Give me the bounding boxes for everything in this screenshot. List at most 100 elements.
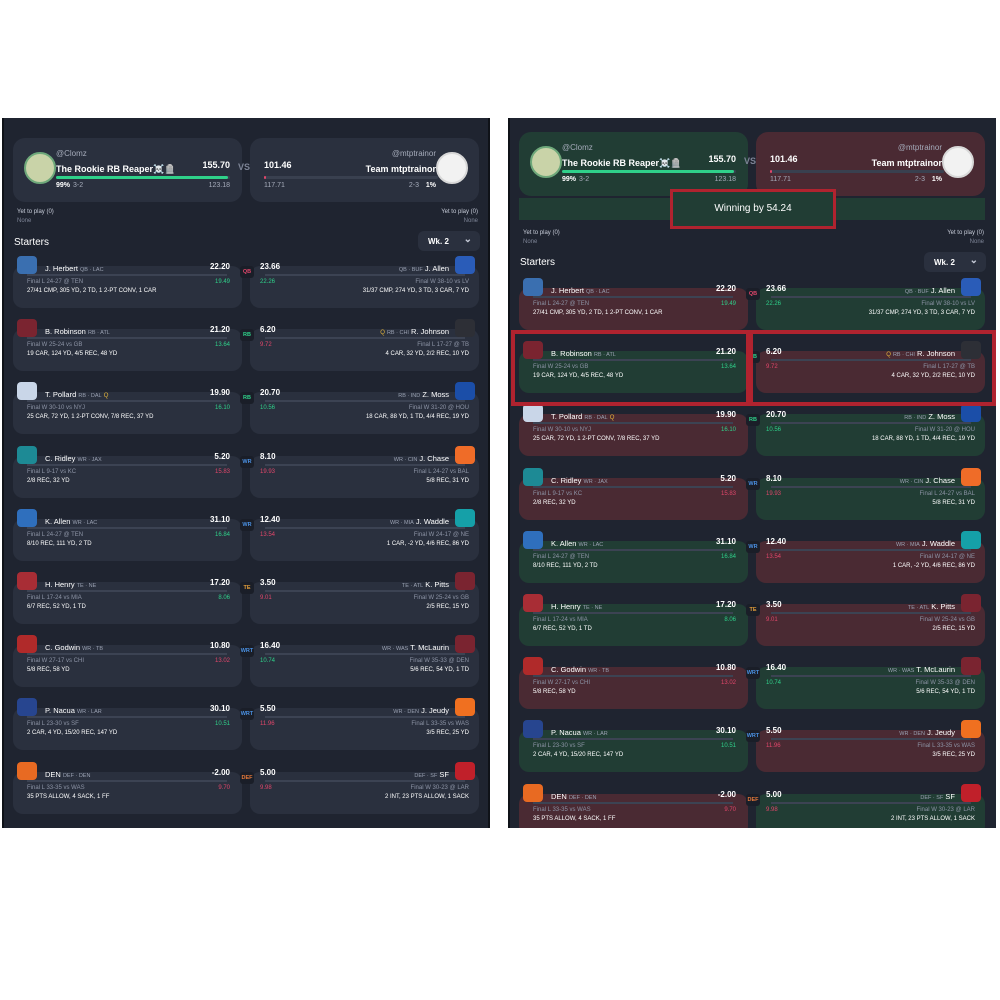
injury-status: Q xyxy=(380,330,385,337)
player-headshot xyxy=(961,720,981,739)
away-team-name: Team mtptrainor xyxy=(871,158,942,168)
home-avatar xyxy=(530,146,562,178)
game-result: Final L 24-27 @ TEN xyxy=(533,301,590,307)
home-team-card[interactable]: @Clomz The Rookie RB Reaper☠️🪦 155.70 99… xyxy=(13,138,242,202)
player-name[interactable]: WR · WAS T. McLaurin xyxy=(382,643,449,652)
player-name[interactable]: WR · MIA J. Waddle xyxy=(390,517,449,526)
home-handle: @Clomz xyxy=(562,143,593,152)
player-headshot xyxy=(961,530,981,549)
player-points: 23.66 xyxy=(766,284,787,293)
stat-line: 18 CAR, 88 YD, 1 TD, 4/4 REC, 19 YD xyxy=(871,436,975,443)
game-result: Final W 25-24 vs GB xyxy=(413,595,469,601)
player-name-text: T. Pollard xyxy=(45,390,77,400)
player-points: 31.10 xyxy=(209,514,230,524)
player-progress-bar xyxy=(27,716,227,719)
matchup-row: J. Herbert QB · LAC 22.20 Final L 24-27 @… xyxy=(13,256,479,312)
position-badge: RB xyxy=(240,329,254,342)
position-badge: WRT xyxy=(240,708,254,721)
player-name[interactable]: C. Ridley WR · JAX xyxy=(45,454,102,463)
player-name[interactable]: P. Nacua WR · LAR xyxy=(551,728,608,737)
week-selector[interactable]: Wk. 2 ⌄ xyxy=(924,252,986,272)
player-name[interactable]: RB · IND Z. Moss xyxy=(398,390,449,399)
player-name-text: J. Chase xyxy=(419,453,449,463)
away-win-fill xyxy=(770,170,772,173)
player-name[interactable]: C. Godwin WR · TB xyxy=(45,643,103,652)
player-name[interactable]: C. Godwin WR · TB xyxy=(551,665,609,674)
player-position-team: WR · WAS xyxy=(381,646,409,653)
player-name[interactable]: TE · ATL K. Pitts xyxy=(402,580,449,589)
game-result: Final L 17-24 vs MIA xyxy=(27,595,82,601)
game-result: Final W 30-23 @ LAR xyxy=(916,806,975,813)
home-win-fill xyxy=(562,170,735,173)
player-points: 10.80 xyxy=(715,663,736,673)
player-name-text: J. Chase xyxy=(925,475,955,485)
matchup-row: T. Pollard RB · DAL Q 19.90 Final W 30-10 … xyxy=(13,382,479,438)
player-name[interactable]: K. Allen WR · LAC xyxy=(45,517,97,526)
player-name[interactable]: H. Henry TE · NE xyxy=(551,602,602,611)
player-name[interactable]: J. Herbert QB · LAC xyxy=(45,264,104,273)
week-selector[interactable]: Wk. 2 ⌄ xyxy=(418,231,480,251)
ytp-value: None xyxy=(463,218,478,224)
player-name[interactable]: QB · BUF J. Allen xyxy=(399,264,449,273)
player-name[interactable]: WR · DEN J. Jeudy xyxy=(899,728,955,737)
panel-edge xyxy=(2,118,4,828)
away-team-card[interactable]: @mtptrainor Team mtptrainor 101.46 117.7… xyxy=(756,132,985,196)
week-label: Wk. 2 xyxy=(934,258,955,267)
game-result: Final W 30-23 @ LAR xyxy=(410,784,469,791)
player-position-team: TE · NE xyxy=(76,583,97,589)
matchup-row: B. Robinson RB · ATL 21.20 Final W 25-24 … xyxy=(13,319,479,375)
home-win-fill xyxy=(56,176,229,179)
player-progress-bar xyxy=(27,526,227,529)
player-progress-bar xyxy=(265,274,465,276)
stat-line: 1 CAR, -2 YD, 4/6 REC, 86 YD xyxy=(892,562,975,569)
player-name[interactable]: B. Robinson RB · ATL xyxy=(45,327,110,336)
player-progress-bar xyxy=(265,526,465,529)
player-position-team: WR · JAX xyxy=(77,456,102,463)
player-name[interactable]: DEF · SF SF xyxy=(414,770,449,779)
player-points: 3.50 xyxy=(260,578,276,587)
player-name[interactable]: WR · CIN J. Chase xyxy=(900,476,955,485)
player-name-text: J. Waddle xyxy=(921,538,955,548)
projected-points: 19.49 xyxy=(720,301,736,307)
stat-line: 2 INT, 23 PTS ALLOW, 1 SACK xyxy=(384,793,469,800)
away-score: 101.46 xyxy=(264,160,292,170)
player-name[interactable]: TE · ATL K. Pitts xyxy=(908,602,955,611)
player-name[interactable]: C. Ridley WR · JAX xyxy=(551,476,608,485)
away-projected: 117.71 xyxy=(264,182,285,189)
player-headshot xyxy=(523,783,543,802)
player-name[interactable]: DEF · SF SF xyxy=(920,792,955,801)
player-name[interactable]: Q RB · CHI R. Johnson xyxy=(380,327,449,336)
player-name[interactable]: J. Herbert QB · LAC xyxy=(551,286,610,295)
player-headshot xyxy=(455,572,475,590)
matchup-row: DEN DEF · DEN -2.00 Final L 33-35 vs WAS 9… xyxy=(519,783,985,828)
game-result: Final L 33-35 vs WAS xyxy=(917,743,975,750)
game-result: Final L 24-27 vs BAL xyxy=(919,490,975,497)
player-name[interactable]: H. Henry TE · NE xyxy=(45,580,96,589)
player-name[interactable]: DEN DEF · DEN xyxy=(45,770,90,779)
stat-line: 2 CAR, 4 YD, 15/20 REC, 147 YD xyxy=(533,752,624,759)
game-result: Final W 24-17 @ NE xyxy=(919,553,975,560)
player-name[interactable]: QB · BUF J. Allen xyxy=(905,286,955,295)
projected-points: 11.96 xyxy=(260,721,275,728)
player-name-text: DEN xyxy=(45,769,61,779)
player-name-text: C. Ridley xyxy=(45,453,76,463)
player-name[interactable]: T. Pollard RB · DAL Q xyxy=(551,412,614,421)
player-name[interactable]: K. Allen WR · LAC xyxy=(551,539,603,548)
highlight-box-away-rb xyxy=(749,330,996,406)
player-name[interactable]: WR · DEN J. Jeudy xyxy=(393,706,449,715)
player-name[interactable]: WR · WAS T. McLaurin xyxy=(888,665,955,674)
projected-points: 22.26 xyxy=(260,279,276,285)
player-name[interactable]: P. Nacua WR · LAR xyxy=(45,706,102,715)
projected-points: 10.51 xyxy=(214,721,230,728)
player-name[interactable]: WR · MIA J. Waddle xyxy=(896,539,955,548)
player-name[interactable]: RB · IND Z. Moss xyxy=(904,412,955,421)
stat-line: 5/8 REC, 58 YD xyxy=(533,689,576,696)
ytp-value: None xyxy=(17,218,32,224)
player-name[interactable]: T. Pollard RB · DAL Q xyxy=(45,390,108,399)
away-team-card[interactable]: @mtptrainor Team mtptrainor 101.46 117.7… xyxy=(250,138,479,202)
player-progress-bar xyxy=(533,296,733,298)
player-name[interactable]: WR · CIN J. Chase xyxy=(394,454,449,463)
player-name[interactable]: DEN DEF · DEN xyxy=(551,792,596,801)
player-headshot xyxy=(17,761,37,780)
home-team-card[interactable]: @Clomz The Rookie RB Reaper☠️🪦 155.70 99… xyxy=(519,132,748,196)
